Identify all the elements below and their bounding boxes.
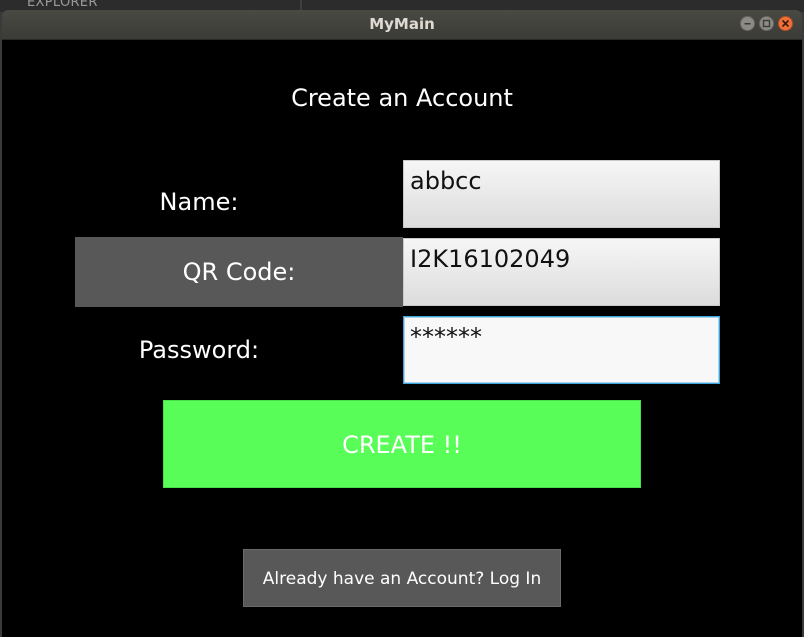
- close-button[interactable]: [778, 16, 793, 31]
- password-field[interactable]: ******: [403, 316, 720, 384]
- title-bar[interactable]: MyMain: [2, 10, 802, 40]
- window-title: MyMain: [369, 15, 435, 33]
- minimize-button[interactable]: [740, 16, 755, 31]
- qr-code-button[interactable]: QR Code:: [75, 237, 403, 307]
- login-link-button[interactable]: Already have an Account? Log In: [243, 549, 561, 607]
- maximize-icon: [762, 19, 771, 28]
- minimize-icon: [744, 23, 751, 25]
- maximize-button[interactable]: [759, 16, 774, 31]
- close-icon: [781, 19, 790, 28]
- app-window: MyMain Create an Account Name: abbcc QR …: [2, 10, 802, 637]
- qr-code-field[interactable]: I2K16102049: [403, 238, 720, 306]
- create-button[interactable]: CREATE !!: [163, 400, 641, 488]
- page-title: Create an Account: [291, 84, 513, 112]
- name-label: Name:: [159, 188, 239, 216]
- name-field[interactable]: abbcc: [403, 160, 720, 228]
- password-label: Password:: [138, 336, 260, 364]
- explorer-label: EXPLORER: [27, 0, 98, 10]
